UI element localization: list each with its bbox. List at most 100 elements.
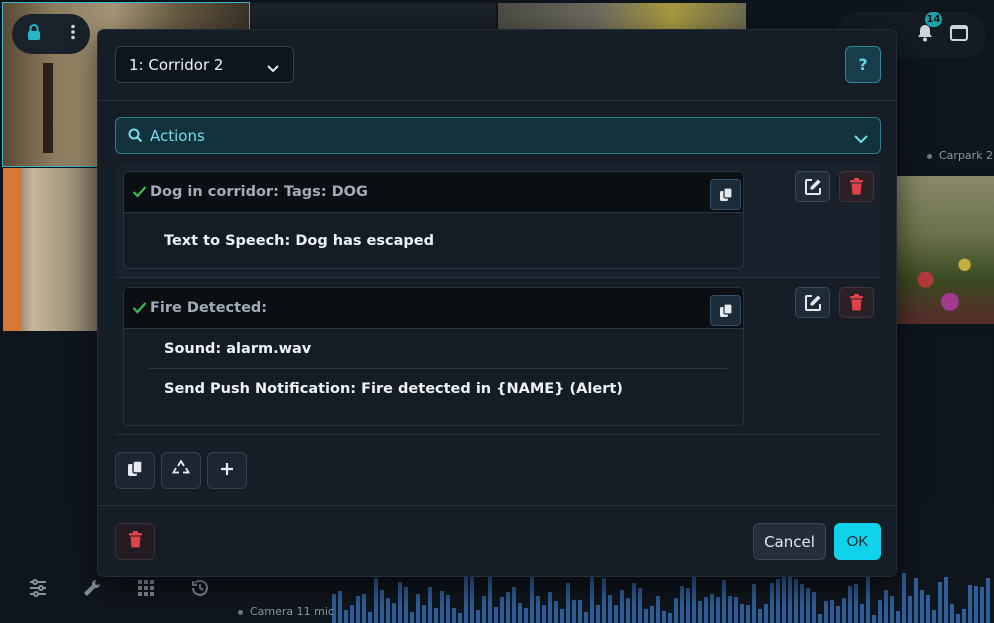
audio-level-bar bbox=[374, 578, 378, 623]
audio-level-bar bbox=[938, 582, 942, 623]
delete-rule-button[interactable] bbox=[839, 171, 874, 202]
top-left-controls bbox=[12, 14, 90, 54]
window-icon[interactable] bbox=[950, 25, 968, 41]
audio-level-bar bbox=[764, 604, 768, 623]
audio-level-bar bbox=[452, 608, 456, 623]
audio-level-bar bbox=[788, 576, 792, 623]
audio-level-bar bbox=[626, 598, 630, 623]
check-icon bbox=[132, 185, 147, 202]
dialog-footer: Cancel OK bbox=[98, 505, 898, 578]
audio-level-bar bbox=[488, 575, 492, 623]
audio-level-bar bbox=[848, 586, 852, 623]
audio-level-bar bbox=[662, 611, 666, 623]
ok-button[interactable]: OK bbox=[834, 523, 881, 560]
audio-level-bar bbox=[872, 615, 876, 623]
audio-level-bar bbox=[632, 583, 636, 623]
rule-card[interactable]: Fire Detected: Sound: alarm.wav Send Pus… bbox=[123, 287, 744, 426]
bottom-toolbar bbox=[28, 578, 210, 598]
audio-level-bar bbox=[584, 612, 588, 623]
lock-icon[interactable] bbox=[26, 23, 42, 45]
audio-level-bar bbox=[398, 582, 402, 623]
audio-level-bar bbox=[380, 590, 384, 623]
audio-level-bar bbox=[410, 612, 414, 623]
audio-level-bar bbox=[578, 600, 582, 623]
rule-header[interactable]: Fire Detected: bbox=[124, 288, 743, 329]
audio-level-bar bbox=[950, 604, 954, 623]
audio-level-bar bbox=[818, 614, 822, 623]
recycle-icon bbox=[171, 459, 191, 481]
rules-dialog: 1: Corridor 2 ? Actions Dog in corridor:… bbox=[97, 29, 898, 578]
audio-level-bar bbox=[776, 579, 780, 623]
edit-rule-button[interactable] bbox=[795, 171, 830, 202]
audio-level-bar bbox=[428, 587, 432, 623]
sliders-icon[interactable] bbox=[28, 578, 48, 598]
kebab-menu-icon[interactable] bbox=[70, 24, 76, 44]
audio-level-bar bbox=[752, 584, 756, 623]
audio-level-bar bbox=[692, 575, 696, 623]
camera-select[interactable]: 1: Corridor 2 bbox=[115, 46, 294, 83]
rule-action-item[interactable]: Send Push Notification: Fire detected in… bbox=[148, 369, 727, 409]
audio-level-bar bbox=[542, 605, 546, 623]
audio-level-bar bbox=[860, 604, 864, 623]
audio-level-bar bbox=[656, 596, 660, 623]
copy-rule-button[interactable] bbox=[710, 179, 741, 210]
cancel-button[interactable]: Cancel bbox=[753, 523, 826, 560]
audio-level-bar bbox=[908, 596, 912, 623]
audio-level-bar bbox=[734, 597, 738, 623]
actions-filter-bar[interactable]: Actions bbox=[115, 117, 881, 154]
audio-level-bar bbox=[968, 585, 972, 623]
audio-level-bar bbox=[878, 600, 882, 623]
audio-level-bar bbox=[668, 613, 672, 623]
audio-level-bar bbox=[806, 588, 810, 623]
audio-level-bar bbox=[566, 583, 570, 623]
edit-rule-button[interactable] bbox=[795, 287, 830, 318]
audio-level-bar bbox=[836, 606, 840, 623]
audio-level-bar bbox=[704, 597, 708, 623]
audio-level-bar bbox=[830, 600, 834, 623]
chevron-down-icon bbox=[267, 59, 279, 77]
audio-level-bar bbox=[824, 601, 828, 623]
search-icon bbox=[128, 128, 143, 147]
chevron-down-icon bbox=[854, 130, 868, 148]
delete-button[interactable] bbox=[115, 523, 155, 560]
camera-tile-garden[interactable] bbox=[896, 176, 994, 324]
audio-level-bar bbox=[722, 580, 726, 623]
audio-level-bar bbox=[512, 587, 516, 623]
recycle-button[interactable] bbox=[161, 452, 201, 489]
rule-row: Fire Detected: Sound: alarm.wav Send Pus… bbox=[115, 279, 881, 435]
audio-level-bar bbox=[572, 600, 576, 623]
help-button[interactable]: ? bbox=[845, 46, 881, 83]
copy-all-button[interactable] bbox=[115, 452, 155, 489]
add-rule-button[interactable] bbox=[207, 452, 247, 489]
audio-level-bar bbox=[854, 584, 858, 623]
rule-action-item[interactable]: Text to Speech: Dog has escaped bbox=[148, 213, 727, 268]
rule-action-item[interactable]: Sound: alarm.wav bbox=[148, 329, 727, 369]
camera-label-carpark2: Carpark 2 bbox=[927, 149, 993, 162]
audio-level-bar bbox=[716, 597, 720, 623]
notification-count-badge: 14 bbox=[925, 12, 942, 27]
audio-level-bar bbox=[980, 587, 984, 623]
audio-level-bar bbox=[596, 605, 600, 623]
copy-icon bbox=[127, 460, 143, 481]
delete-rule-button[interactable] bbox=[839, 287, 874, 318]
audio-level-bar bbox=[350, 605, 354, 623]
audio-level-bar bbox=[560, 609, 564, 623]
rule-card[interactable]: Dog in corridor: Tags: DOG Text to Speec… bbox=[123, 171, 744, 269]
audio-level-bar bbox=[782, 574, 786, 623]
audio-level-bar bbox=[434, 608, 438, 623]
audio-level-bar bbox=[746, 605, 750, 623]
audio-level-bar bbox=[464, 576, 468, 623]
audio-level-bar bbox=[536, 596, 540, 623]
history-icon[interactable] bbox=[190, 578, 210, 598]
audio-level-bar bbox=[386, 598, 390, 623]
audio-level-bar bbox=[974, 586, 978, 623]
wrench-icon[interactable] bbox=[82, 578, 102, 598]
rule-title: Dog in corridor: Tags: DOG bbox=[150, 184, 368, 200]
rule-header[interactable]: Dog in corridor: Tags: DOG bbox=[124, 172, 743, 213]
audio-level-bar bbox=[986, 578, 990, 623]
audio-level-bar bbox=[356, 596, 360, 623]
audio-level-bar bbox=[494, 607, 498, 623]
grid-icon[interactable] bbox=[136, 578, 156, 598]
plus-icon bbox=[220, 461, 234, 480]
copy-rule-button[interactable] bbox=[710, 295, 741, 326]
